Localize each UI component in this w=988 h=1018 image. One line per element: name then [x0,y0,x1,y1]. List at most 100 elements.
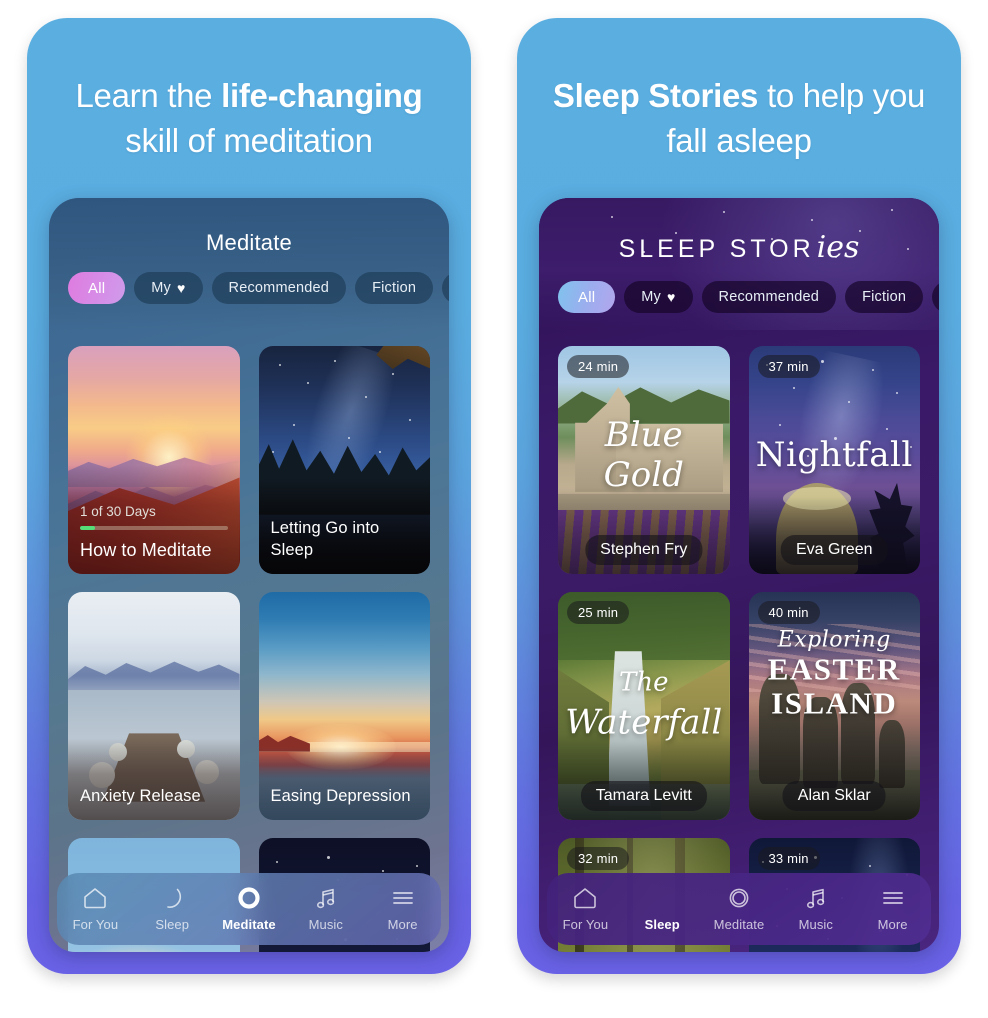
sleep-story-card[interactable]: 25 min The Waterfall Tamara Levitt [558,592,730,820]
sleep-story-card-grid: 24 min Blue Gold Stephen Fry 37 min Nigh… [539,330,939,952]
narrator-label: Tamara Levitt [580,781,707,811]
screen-title-sleep-stories: SLEEP STORies [539,230,939,265]
chip-overflow[interactable] [932,281,939,313]
tab-label: More [387,917,418,932]
marketing-panel-sleep: Sleep Stories to help you fall asleep SL… [517,18,961,974]
duration-badge: 24 min [567,355,630,378]
tab-label: More [877,917,908,932]
chip-fiction[interactable]: Fiction [845,281,924,313]
progress-bar [80,526,228,530]
card-title: Letting Go into Sleep [270,519,380,559]
caption-bold: Sleep Stories [552,77,759,114]
duration-badge: 32 min [567,847,630,870]
meditation-card-grid: 1 of 30 Days How to Meditate Letting Go … [49,330,449,952]
card-footer: Letting Go into Sleep [259,507,431,574]
caption-post: skill of meditation [125,122,373,159]
title-script-suffix: ies [816,230,860,265]
chip-all-label: All [88,279,106,297]
panel-caption-meditate: Learn the life-changing skill of meditat… [27,18,471,163]
sleep-story-card[interactable]: 24 min Blue Gold Stephen Fry [558,346,730,574]
chip-all[interactable]: All [68,272,126,304]
chip-fiction-label: Fiction [862,289,907,305]
progress-label: 1 of 30 Days [80,504,156,519]
app-screen-sleep: SLEEP STORies All My ♥ Recommended Fictio… [539,198,939,952]
tab-label: Music [798,917,834,932]
tab-label: Meditate [713,917,765,932]
heart-icon: ♥ [177,280,186,296]
bottom-tab-bar-meditate[interactable]: For You Sleep Meditate Music More [57,873,441,945]
cover-title: The Waterfall [558,660,730,743]
meditation-card[interactable]: Easing Depression [258,592,431,820]
tab-label: Music [308,917,344,932]
narrator-label: Alan Sklar [782,781,886,811]
cover-title-script: Exploring [777,627,891,653]
tab-label: For You [72,917,119,932]
meditation-card[interactable]: Anxiety Release [68,592,240,820]
chip-my-label: My [641,289,662,305]
tab-label: For You [562,917,609,932]
chip-recommended-label: Recommended [228,280,330,296]
bottom-tab-bar-sleep[interactable]: For You Sleep Meditate Music More [547,873,931,945]
card-footer: Easing Depression [259,775,431,820]
tab-sleep[interactable]: Sleep [134,886,211,932]
card-title: How to Meditate [80,540,212,560]
music-note-icon [313,886,339,910]
cover-title-line2: Gold [603,455,684,496]
card-title: Easing Depression [270,787,411,805]
filter-chip-row-sleep[interactable]: All My ♥ Recommended Fiction [539,265,939,313]
tab-label: Sleep [644,917,680,932]
tab-label: Meditate [222,917,276,932]
chip-all[interactable]: All [558,281,616,313]
marketing-panel-meditate: Learn the life-changing skill of meditat… [27,18,471,974]
app-screen-meditate: Meditate All My ♥ Recommended Fiction 1 … [49,198,449,952]
tab-for-you[interactable]: For You [547,886,624,932]
tab-music[interactable]: Music [777,886,854,932]
tab-for-you[interactable]: For You [57,886,134,932]
chip-overflow[interactable] [442,272,449,304]
chip-my-label: My [151,280,172,296]
caption-pre: Learn the [75,77,222,114]
cover-title-line1: The [619,667,669,698]
chip-fiction[interactable]: Fiction [355,272,434,304]
meditation-card[interactable]: 1 of 30 Days How to Meditate [68,346,240,574]
panel-caption-sleep: Sleep Stories to help you fall asleep [517,18,961,163]
home-icon [82,886,108,910]
tab-sleep[interactable]: Sleep [624,886,701,932]
narrator-label: Eva Green [781,535,888,565]
tab-meditate[interactable]: Meditate [211,886,288,932]
cover-title: Exploring EASTER ISLAND [749,628,921,721]
cover-title-line2: ISLAND [771,685,898,721]
card-footer: 1 of 30 Days How to Meditate [68,494,240,574]
hamburger-icon [880,886,906,910]
screenshot-root: Learn the life-changing skill of meditat… [0,0,988,1018]
duration-badge: 37 min [757,355,820,378]
tab-more[interactable]: More [364,886,441,932]
moon-filled-icon [649,886,675,910]
cover-title-line2: Waterfall [565,702,723,743]
tab-more[interactable]: More [854,886,931,932]
chip-recommended[interactable]: Recommended [211,272,347,304]
filter-chip-row-meditate[interactable]: All My ♥ Recommended Fiction [49,256,449,304]
heart-icon: ♥ [667,289,676,305]
circle-icon [726,886,752,910]
sleep-story-card[interactable]: 40 min Exploring EASTER ISLAND Alan Skla… [748,592,921,820]
chip-my-favorites[interactable]: My ♥ [624,281,693,313]
card-footer: Anxiety Release [68,775,240,820]
duration-badge: 25 min [567,601,630,624]
screen-header-meditate: Meditate All My ♥ Recommended Fiction [49,198,449,330]
chip-my-favorites[interactable]: My ♥ [134,272,203,304]
narrator-label: Stephen Fry [585,535,703,565]
meditation-card[interactable]: Letting Go into Sleep [258,346,431,574]
chip-recommended[interactable]: Recommended [701,281,837,313]
title-main: SLEEP STOR [618,235,815,263]
cover-title-line1: Blue [604,415,683,456]
circle-icon [236,886,262,910]
sleep-story-card[interactable]: 37 min Nightfall Eva Green [748,346,920,574]
home-icon [572,886,598,910]
tab-label: Sleep [155,917,190,932]
tab-meditate[interactable]: Meditate [701,886,778,932]
chip-all-label: All [578,288,596,306]
tab-music[interactable]: Music [287,886,364,932]
hamburger-icon [390,886,416,910]
cover-title: Blue Gold [558,415,730,495]
